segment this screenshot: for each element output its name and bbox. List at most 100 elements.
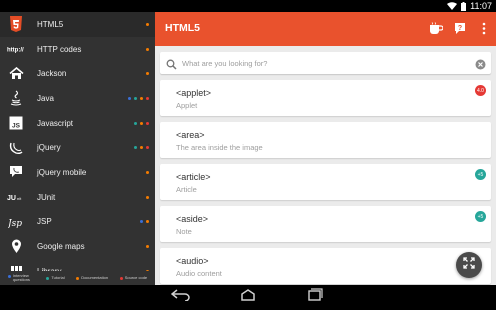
content-type-dots — [134, 121, 149, 125]
overflow-menu-icon[interactable] — [476, 19, 492, 37]
sidebar-item-label: Java — [37, 93, 54, 103]
svg-text:JS: JS — [12, 123, 21, 130]
coffee-cup-icon[interactable] — [428, 19, 444, 37]
sidebar-item-jackson[interactable]: Jackson — [0, 61, 155, 86]
sidebar-list: HTML5 http:// HTTP codes Jackson Java JS Javas… — [0, 12, 155, 284]
sidebar-legend: Interview questions Tutorial Documentati… — [0, 271, 155, 285]
expand-fab[interactable] — [456, 252, 482, 278]
sidebar-item-google-maps[interactable]: Google maps — [0, 234, 155, 259]
house-icon — [6, 64, 26, 84]
home-button[interactable] — [238, 289, 258, 305]
item-title: <applet> — [176, 88, 212, 98]
app-bar: HTML5 ? — [155, 12, 496, 46]
list-item[interactable]: <applet> Applet 4.0 — [160, 80, 491, 116]
content-type-dot — [140, 96, 143, 100]
item-title: <area> — [176, 130, 205, 140]
clear-search-icon[interactable] — [475, 57, 486, 75]
status-bar: 11:07 — [0, 0, 496, 12]
page-title: HTML5 — [165, 22, 200, 34]
sidebar: HTML5 http:// HTTP codes Jackson Java JS Javas… — [0, 12, 155, 285]
expand-icon — [463, 256, 475, 274]
battery-icon — [461, 1, 467, 11]
sidebar-item-jquery-mobile[interactable]: jQuery mobile — [0, 160, 155, 185]
back-button[interactable] — [170, 288, 191, 306]
item-title: <aside> — [176, 214, 209, 224]
content-type-dot — [146, 22, 149, 26]
version-badge: +5 — [475, 169, 486, 180]
sidebar-item-label: HTML5 — [37, 19, 64, 29]
sidebar-item-html5[interactable]: HTML5 — [0, 12, 155, 37]
content-type-dot — [146, 220, 149, 224]
item-subtitle: Article — [176, 185, 197, 194]
list-item[interactable]: <article> Article +5 — [160, 164, 491, 200]
legend-label: Interview questions — [12, 272, 30, 282]
list-item[interactable]: <aside> Note +5 — [160, 206, 491, 242]
sidebar-item-java[interactable]: Java — [0, 86, 155, 111]
list-item[interactable]: <audio> Audio content — [160, 248, 491, 284]
legend-item: Source code — [119, 274, 148, 281]
version-badge: 4.0 — [475, 85, 486, 96]
sidebar-item-javascript[interactable]: JS Javascript — [0, 111, 155, 136]
sidebar-item-jquery[interactable]: jQuery — [0, 135, 155, 160]
jsp-icon: Jsp — [6, 212, 26, 232]
content-type-dot — [146, 146, 149, 150]
item-subtitle: Note — [176, 227, 192, 236]
sidebar-item-label: HTTP codes — [37, 44, 82, 54]
item-subtitle: Applet — [176, 101, 198, 110]
back-icon — [170, 288, 191, 306]
svg-text:?: ? — [458, 25, 462, 32]
legend-label: Tutorial — [51, 274, 65, 280]
http-icon: http:// — [6, 39, 26, 59]
item-title: <audio> — [176, 256, 209, 266]
content-type-dot — [134, 146, 137, 150]
content-type-dot — [146, 47, 149, 51]
javascript-icon: JS — [6, 113, 26, 133]
legend-item: Documentation — [76, 275, 108, 281]
sidebar-item-junit[interactable]: JU nit JUnit — [0, 185, 155, 210]
recent-apps-icon — [305, 287, 325, 307]
content-type-dot — [146, 245, 149, 249]
legend-label: Source code — [124, 274, 148, 280]
item-subtitle: Audio content — [176, 269, 222, 278]
content-type-dot — [134, 96, 137, 100]
content-type-dot — [146, 96, 149, 100]
svg-text:JU: JU — [7, 195, 16, 202]
content-type-dots — [146, 47, 149, 51]
content-type-dots — [146, 245, 149, 249]
home-icon — [238, 288, 258, 306]
recent-apps-button[interactable] — [305, 287, 325, 307]
sidebar-item-jsp[interactable]: Jsp JSP — [0, 210, 155, 235]
help-icon[interactable]: ? — [452, 19, 468, 37]
main-content: <applet> Applet 4.0 <area> The area inside t… — [155, 46, 496, 285]
jquery-icon — [6, 138, 26, 158]
legend-item: Interview questions — [7, 272, 35, 283]
sidebar-item-label: Javascript — [37, 118, 74, 128]
content-type-dot — [140, 146, 143, 150]
content-type-dot — [146, 121, 149, 125]
sidebar-item-http-codes[interactable]: http:// HTTP codes — [0, 37, 155, 62]
html5-icon — [6, 14, 26, 34]
status-time: 11:07 — [470, 1, 492, 11]
content-type-dot — [146, 170, 149, 174]
content-type-dot — [146, 195, 149, 199]
navigation-bar — [0, 285, 496, 310]
content-type-dot — [134, 121, 137, 125]
search-input[interactable] — [182, 56, 462, 70]
sidebar-item-label: Google maps — [37, 242, 85, 252]
junit-icon: JU nit — [6, 187, 26, 207]
jquery-mobile-icon — [6, 162, 26, 182]
sidebar-item-label: Jackson — [37, 69, 67, 79]
content-type-dots — [146, 22, 149, 26]
java-icon — [6, 88, 26, 108]
sidebar-item-label: JUnit — [37, 192, 56, 202]
legend-item: Tutorial — [46, 274, 65, 281]
legend-dot — [7, 274, 11, 278]
version-badge: +5 — [475, 211, 486, 222]
content-type-dots — [134, 146, 149, 150]
content-type-dots — [146, 195, 149, 199]
content-type-dot — [140, 121, 143, 125]
map-pin-icon — [6, 237, 26, 257]
list-item[interactable]: <area> The area inside the image — [160, 122, 491, 158]
sidebar-item-label: jQuery — [37, 143, 61, 153]
content-type-dots — [128, 96, 149, 100]
